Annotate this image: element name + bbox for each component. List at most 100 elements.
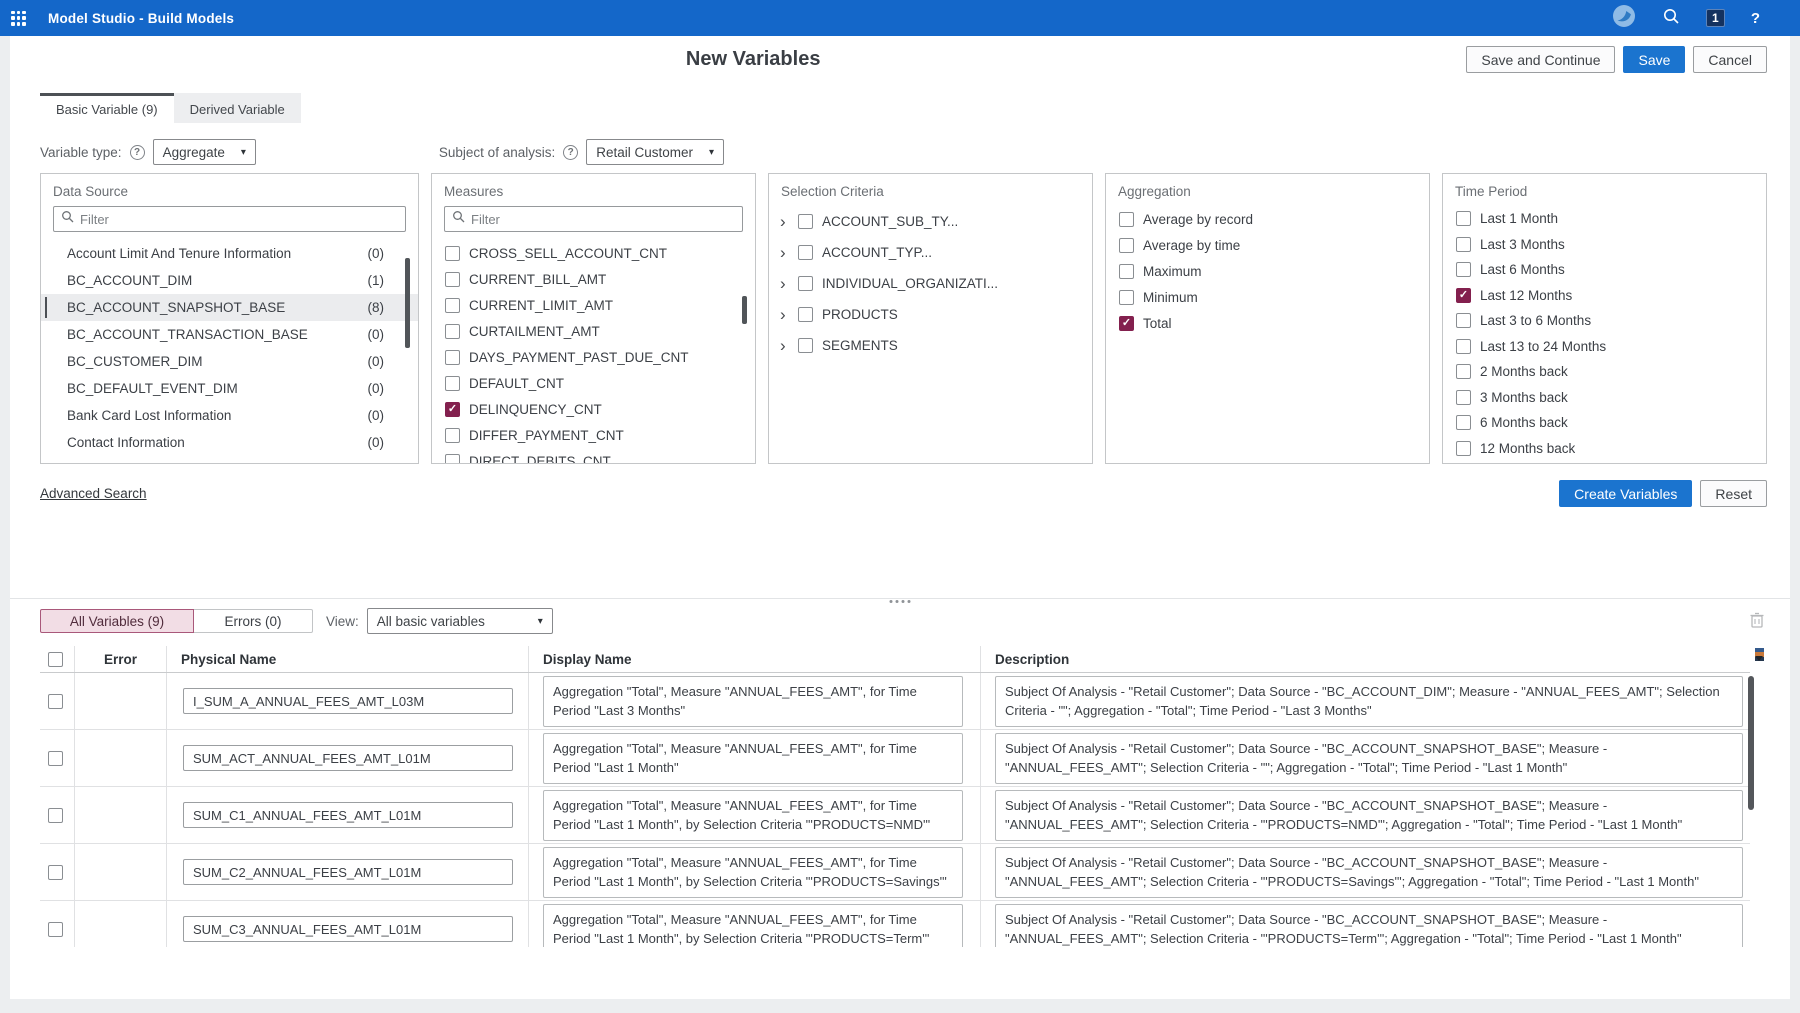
aggregation-item[interactable]: Average by time xyxy=(1106,232,1429,258)
reset-button[interactable]: Reset xyxy=(1700,480,1767,507)
data-source-item[interactable]: BC_ACCOUNT_TRANSACTION_BASE(0) xyxy=(41,321,418,348)
col-header-physical-name[interactable]: Physical Name xyxy=(166,646,528,672)
description-box[interactable]: Subject Of Analysis - "Retail Customer";… xyxy=(995,733,1743,784)
time-period-item[interactable]: Last 3 Months xyxy=(1443,232,1766,258)
time-period-item[interactable]: 3 Months back xyxy=(1443,385,1766,411)
time-period-item[interactable]: 6 Months back xyxy=(1443,410,1766,436)
help-icon[interactable]: ? xyxy=(1751,10,1760,27)
checkbox[interactable] xyxy=(798,214,813,229)
selection-criteria-item[interactable]: ›PRODUCTS xyxy=(769,299,1092,330)
checkbox[interactable] xyxy=(445,428,460,443)
data-source-item[interactable]: BC_ACCOUNT_SNAPSHOT_BASE(8) xyxy=(41,294,418,321)
physical-name-input[interactable] xyxy=(183,688,513,714)
measure-item[interactable]: DIFFER_PAYMENT_CNT xyxy=(432,422,755,448)
measure-item[interactable]: DIRECT_DEBITS_CNT xyxy=(432,448,755,464)
column-options-icon[interactable] xyxy=(1755,648,1764,679)
checkbox[interactable] xyxy=(798,338,813,353)
checkbox[interactable] xyxy=(445,402,460,417)
checkbox[interactable] xyxy=(445,454,460,465)
checkbox[interactable] xyxy=(48,751,63,766)
measures-filter-input[interactable] xyxy=(471,212,735,227)
expand-chevron-icon[interactable]: › xyxy=(780,244,789,261)
delete-variables-button[interactable] xyxy=(1747,611,1767,631)
variable-type-dropdown[interactable]: Aggregate xyxy=(153,139,256,165)
select-all-checkbox[interactable] xyxy=(48,652,63,667)
checkbox[interactable] xyxy=(798,307,813,322)
search-icon[interactable] xyxy=(1662,7,1680,30)
checkbox[interactable] xyxy=(48,922,63,937)
checkbox[interactable] xyxy=(1119,238,1134,253)
checkbox[interactable] xyxy=(1119,264,1134,279)
time-period-item[interactable]: 12 Months back xyxy=(1443,436,1766,462)
selection-criteria-item[interactable]: ›SEGMENTS xyxy=(769,330,1092,361)
create-variables-button[interactable]: Create Variables xyxy=(1559,480,1692,507)
view-dropdown[interactable]: All basic variables xyxy=(367,608,553,634)
physical-name-input[interactable] xyxy=(183,745,513,771)
description-box[interactable]: Subject Of Analysis - "Retail Customer";… xyxy=(995,676,1743,727)
selection-criteria-item[interactable]: ›ACCOUNT_TYP... xyxy=(769,237,1092,268)
variable-type-help-icon[interactable]: ? xyxy=(130,145,145,160)
checkbox[interactable] xyxy=(1456,390,1471,405)
time-period-item[interactable]: Last 12 Months xyxy=(1443,283,1766,309)
data-source-item[interactable]: BC_DEFAULT_EVENT_DIM(0) xyxy=(41,375,418,402)
checkbox[interactable] xyxy=(1456,313,1471,328)
measure-item[interactable]: DAYS_PAYMENT_PAST_DUE_CNT xyxy=(432,344,755,370)
aggregation-item[interactable]: Total xyxy=(1106,310,1429,336)
expand-chevron-icon[interactable]: › xyxy=(780,306,789,323)
notification-badge[interactable]: 1 xyxy=(1706,9,1725,27)
splitter-grip-icon[interactable] xyxy=(890,600,911,603)
tab-basic-variable[interactable]: Basic Variable (9) xyxy=(40,93,174,123)
data-source-item[interactable]: BC_CUSTOMER_DIM(0) xyxy=(41,348,418,375)
aggregation-item[interactable]: Minimum xyxy=(1106,284,1429,310)
table-scrollbar[interactable] xyxy=(1748,676,1754,810)
checkbox[interactable] xyxy=(48,808,63,823)
display-name-box[interactable]: Aggregation "Total", Measure "ANNUAL_FEE… xyxy=(543,904,963,948)
data-source-item[interactable]: Contact Information(0) xyxy=(41,429,418,456)
measure-item[interactable]: CROSS_SELL_ACCOUNT_CNT xyxy=(432,240,755,266)
measure-item[interactable]: DEFAULT_CNT xyxy=(432,370,755,396)
checkbox[interactable] xyxy=(445,298,460,313)
data-source-filter-input[interactable] xyxy=(80,212,398,227)
checkbox[interactable] xyxy=(445,376,460,391)
description-box[interactable]: Subject Of Analysis - "Retail Customer";… xyxy=(995,847,1743,898)
data-source-scrollbar[interactable] xyxy=(405,258,410,348)
advanced-search-link[interactable]: Advanced Search xyxy=(40,486,147,501)
app-launcher-icon[interactable] xyxy=(11,11,26,26)
description-box[interactable]: Subject Of Analysis - "Retail Customer";… xyxy=(995,790,1743,841)
checkbox[interactable] xyxy=(1456,211,1471,226)
checkbox[interactable] xyxy=(798,276,813,291)
physical-name-input[interactable] xyxy=(183,916,513,942)
time-period-item[interactable]: Last 1 Month xyxy=(1443,206,1766,232)
checkbox[interactable] xyxy=(1456,364,1471,379)
measure-item[interactable]: CURRENT_BILL_AMT xyxy=(432,266,755,292)
checkbox[interactable] xyxy=(445,350,460,365)
checkbox[interactable] xyxy=(1456,441,1471,456)
checkbox[interactable] xyxy=(445,324,460,339)
checkbox[interactable] xyxy=(1456,237,1471,252)
checkbox[interactable] xyxy=(445,272,460,287)
tab-all-variables[interactable]: All Variables (9) xyxy=(40,609,194,633)
time-period-item[interactable]: Last 6 Months xyxy=(1443,257,1766,283)
checkbox[interactable] xyxy=(1456,288,1471,303)
expand-chevron-icon[interactable]: › xyxy=(780,275,789,292)
checkbox[interactable] xyxy=(1119,290,1134,305)
checkbox[interactable] xyxy=(48,865,63,880)
physical-name-input[interactable] xyxy=(183,859,513,885)
cancel-button[interactable]: Cancel xyxy=(1693,46,1767,73)
checkbox[interactable] xyxy=(1456,262,1471,277)
checkbox[interactable] xyxy=(445,246,460,261)
measure-item[interactable]: CURRENT_LIMIT_AMT xyxy=(432,292,755,318)
measure-item[interactable]: DELINQUENCY_CNT xyxy=(432,396,755,422)
display-name-box[interactable]: Aggregation "Total", Measure "ANNUAL_FEE… xyxy=(543,676,963,727)
selection-criteria-item[interactable]: ›ACCOUNT_SUB_TY... xyxy=(769,206,1092,237)
save-and-continue-button[interactable]: Save and Continue xyxy=(1466,46,1615,73)
display-name-box[interactable]: Aggregation "Total", Measure "ANNUAL_FEE… xyxy=(543,733,963,784)
aggregation-item[interactable]: Maximum xyxy=(1106,258,1429,284)
col-header-error[interactable]: Error xyxy=(74,646,166,672)
time-period-item[interactable]: 2 Months back xyxy=(1443,359,1766,385)
checkbox[interactable] xyxy=(798,245,813,260)
data-source-item[interactable]: Account Limit And Tenure Information(0) xyxy=(41,240,418,267)
save-button[interactable]: Save xyxy=(1623,46,1685,73)
tab-errors[interactable]: Errors (0) xyxy=(194,609,313,633)
checkbox[interactable] xyxy=(1456,415,1471,430)
